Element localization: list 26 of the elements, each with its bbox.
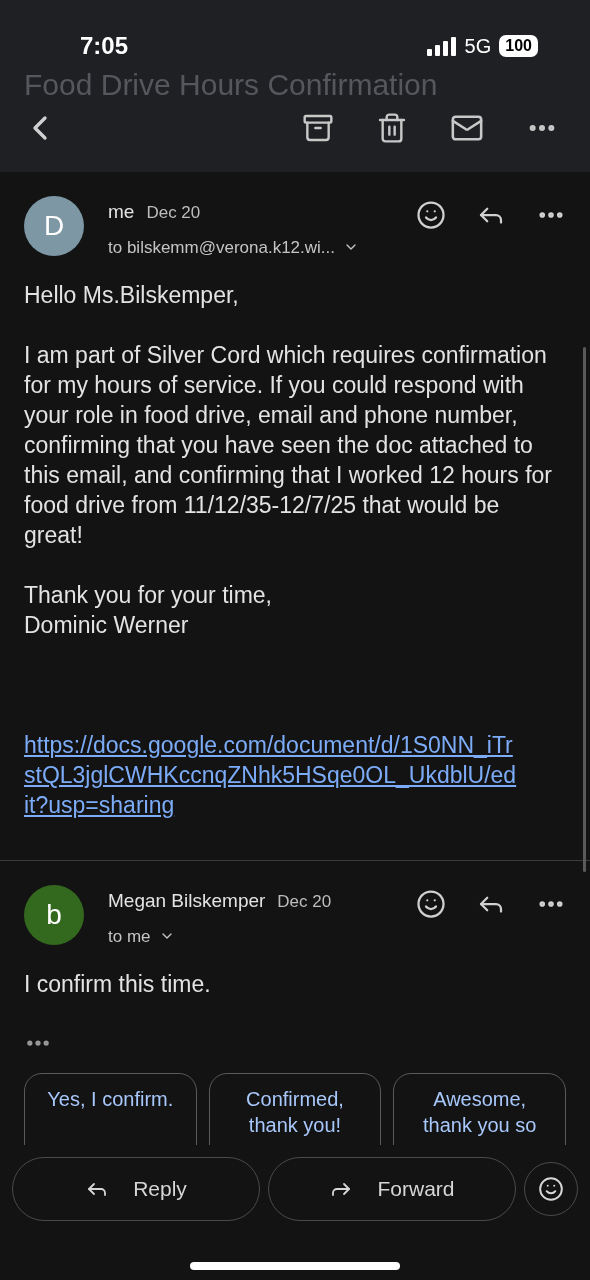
- document-link[interactable]: https://docs.google.com/document/d/1S0NN_iTrstQL3jglCWHKccnqZNhk5HSqe0OL_UkdblU/edit?usp=sharing: [24, 730, 558, 820]
- battery-indicator: 100: [499, 35, 538, 57]
- avatar: b: [24, 885, 84, 945]
- smart-reply-chip[interactable]: Yes, I confirm.: [24, 1073, 197, 1145]
- emoji-reaction-icon[interactable]: [416, 889, 446, 919]
- archive-icon[interactable]: [302, 112, 334, 144]
- body-paragraph: I am part of Silver Cord which requires confirmation for my hours of service. If you could respond with your role in food drive, email and phone number, confirming that you have seen the doc attached to this email, and confirming that I worked 12 hours for food drive from 11/12/35-12/7/25 that would be great!: [24, 341, 553, 550]
- clock: 7:05: [80, 31, 129, 61]
- avatar: D: [24, 196, 84, 256]
- network-label: 5G: [464, 34, 492, 59]
- body-paragraph: Thank you for your time, Dominic Werner: [24, 581, 273, 640]
- delete-icon[interactable]: [376, 112, 408, 144]
- body-paragraph: Hello Ms.Bilskemper,: [24, 281, 240, 310]
- emoji-reaction-icon[interactable]: [416, 200, 446, 230]
- recipient-toggle[interactable]: to bilskemm@verona.k12.wi...: [108, 234, 359, 260]
- sender-name: Megan Bilskemper: [108, 889, 266, 913]
- signal-icon: [426, 36, 457, 56]
- smart-reply-chip[interactable]: Awesome, thank you so: [393, 1073, 566, 1145]
- recipient-toggle[interactable]: to me: [108, 923, 175, 949]
- email-subject: Food Drive Hours Confirmation: [24, 67, 438, 103]
- emoji-icon: [538, 1176, 564, 1202]
- sender-name: me: [108, 200, 135, 224]
- smart-reply-chip[interactable]: Confirmed, thank you!: [208, 1073, 382, 1145]
- body-paragraph: I confirm this time.: [24, 970, 212, 999]
- message-date: Dec 20: [277, 891, 332, 913]
- message-date: Dec 20: [146, 202, 201, 224]
